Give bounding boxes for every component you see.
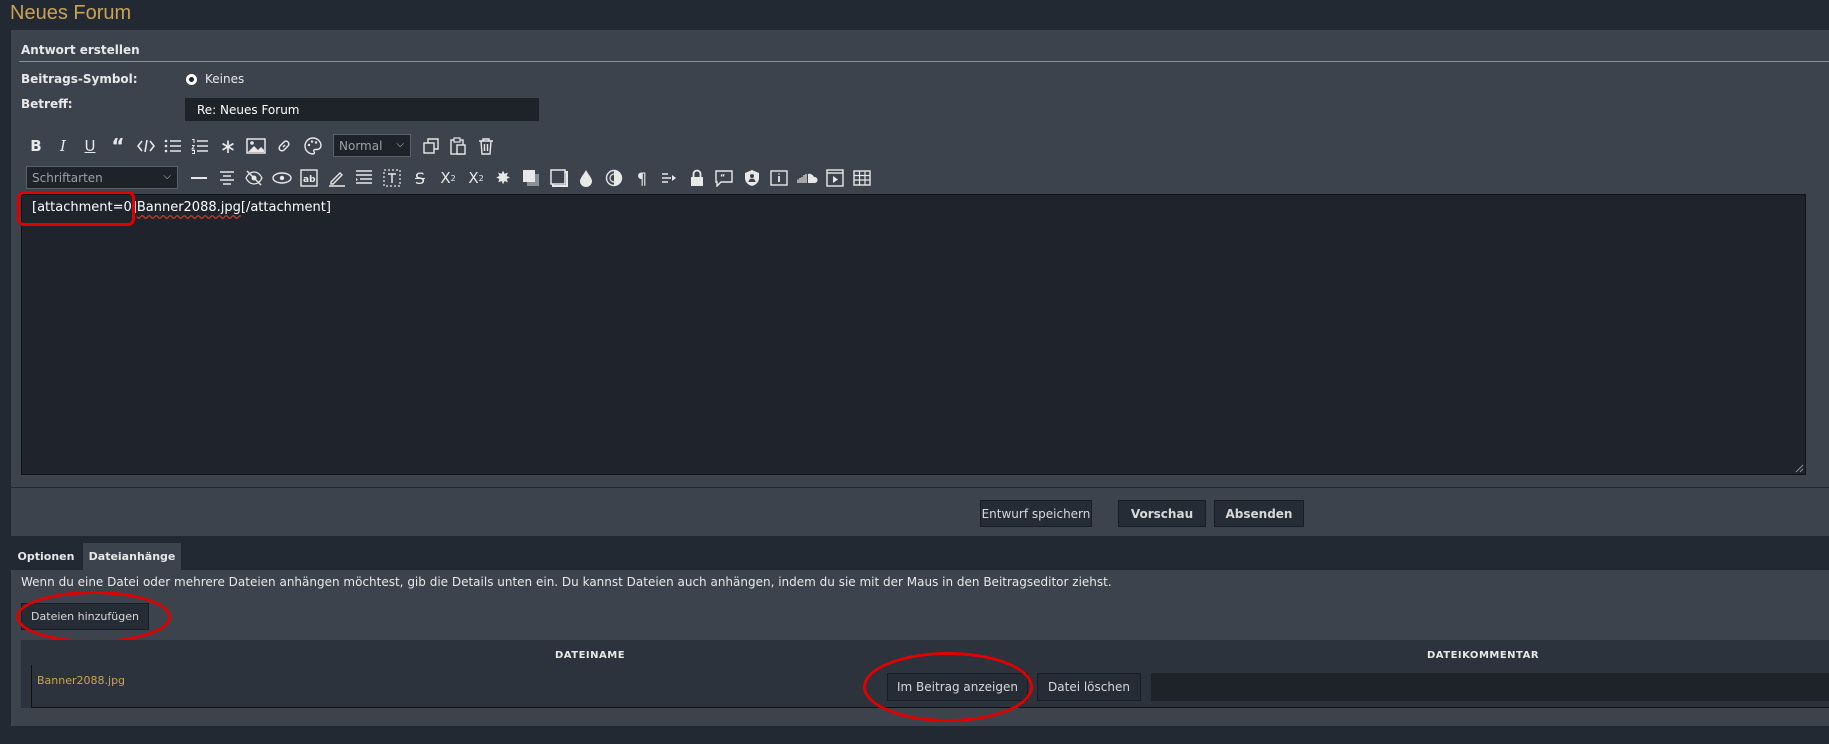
shield-icon[interactable] [741, 166, 763, 190]
comment-icon[interactable]: “ [713, 166, 735, 190]
reply-heading: Antwort erstellen [21, 43, 140, 57]
font-select-value: Schriftarten [32, 170, 103, 185]
message-content-prefix: [attachment=0] [32, 200, 137, 215]
highlight-icon[interactable] [326, 166, 348, 190]
attachment-filename[interactable]: Banner2088.jpg [37, 674, 125, 687]
palette-icon[interactable] [302, 134, 324, 158]
attachments-info: Wenn du eine Datei oder mehrere Dateien … [21, 575, 1112, 589]
post-icon-label: Beitrags-Symbol: [21, 72, 138, 86]
save-draft-button[interactable]: Entwurf speichern [980, 500, 1092, 527]
bullet-list-icon[interactable] [162, 134, 184, 158]
text-box-icon[interactable] [381, 166, 403, 190]
table-icon[interactable] [851, 166, 873, 190]
align-center-icon[interactable] [216, 166, 238, 190]
glow-icon[interactable]: ✸ [492, 166, 514, 190]
paste-icon[interactable] [447, 134, 469, 158]
page-title: Neues Forum [10, 2, 132, 24]
message-editor[interactable] [21, 194, 1806, 475]
code-icon[interactable] [135, 134, 157, 158]
message-content-word: Banner2088.jpg [136, 200, 241, 215]
droplet-icon[interactable] [575, 166, 597, 190]
show-in-post-button[interactable]: Im Beitrag anzeigen [887, 673, 1028, 701]
paragraph-icon[interactable]: ¶ [631, 166, 653, 190]
post-icon-option-label: Keines [205, 72, 245, 86]
copy-icon[interactable] [420, 134, 442, 158]
info-icon[interactable] [768, 166, 790, 190]
column-header-comment: DATEIKOMMENTAR [1427, 650, 1540, 661]
tab-options[interactable]: Optionen [11, 543, 81, 570]
horizontal-rule-icon[interactable] [188, 166, 210, 190]
trash-icon[interactable] [475, 134, 497, 158]
blur-icon[interactable] [603, 166, 625, 190]
bold-icon[interactable]: B [26, 134, 46, 158]
message-content[interactable]: [attachment=0]Banner2088.jpg[/attachment… [32, 200, 331, 215]
abbr-icon[interactable]: ab [298, 166, 320, 190]
subscript-icon[interactable]: X2 [465, 166, 487, 190]
size-select[interactable]: Normal ⌵ [333, 134, 411, 157]
submit-button[interactable]: Absenden [1214, 500, 1304, 527]
resize-handle-icon[interactable] [1795, 464, 1804, 473]
file-comment-input[interactable] [1151, 673, 1829, 701]
svg-text:“: “ [720, 173, 725, 182]
tab-attachments[interactable]: Dateianhänge [83, 543, 181, 570]
post-icon-radio[interactable] [186, 74, 197, 85]
box-icon[interactable] [548, 166, 570, 190]
soundcloud-icon[interactable] [795, 166, 819, 190]
italic-icon[interactable]: I [53, 134, 73, 158]
asterisk-icon[interactable]: ∗ [218, 134, 238, 158]
chevron-down-icon: ⌵ [396, 139, 404, 150]
quote-icon[interactable]: “ [107, 134, 129, 158]
link-icon[interactable] [274, 134, 294, 158]
indent-icon[interactable] [658, 166, 680, 190]
shadow-icon[interactable] [520, 166, 542, 190]
spoiler-icon[interactable] [271, 166, 293, 190]
message-content-suffix: [/attachment] [240, 200, 331, 215]
preview-button[interactable]: Vorschau [1118, 500, 1206, 527]
superscript-icon[interactable]: X2 [437, 166, 459, 190]
column-header-filename: DATEINAME [555, 650, 626, 661]
heading-divider [19, 61, 1829, 62]
lock-icon[interactable] [686, 166, 708, 190]
chevron-down-icon: ⌵ [163, 171, 171, 182]
numbered-list-icon[interactable] [189, 134, 211, 158]
size-select-value: Normal [339, 138, 383, 153]
add-files-button[interactable]: Dateien hinzufügen [21, 603, 149, 630]
image-icon[interactable] [244, 134, 268, 158]
video-icon[interactable] [824, 166, 846, 190]
delete-file-button[interactable]: Datei löschen [1037, 673, 1141, 701]
subject-label: Betreff: [21, 97, 73, 111]
strikethrough-icon[interactable]: S [409, 166, 431, 190]
hide-icon[interactable] [243, 166, 265, 190]
align-justify-icon[interactable] [353, 166, 375, 190]
font-select[interactable]: Schriftarten ⌵ [26, 166, 178, 189]
underline-icon[interactable]: U [80, 134, 100, 158]
subject-input[interactable] [185, 98, 539, 121]
svg-text:ab: ab [303, 175, 316, 185]
action-bar [11, 488, 1829, 536]
